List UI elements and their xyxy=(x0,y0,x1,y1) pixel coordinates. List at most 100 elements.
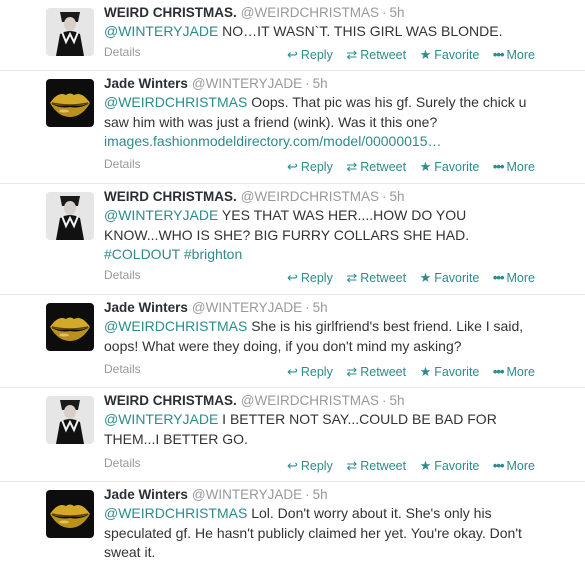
star-icon: ★ xyxy=(419,270,432,285)
reply-arrow-icon: ↩ xyxy=(286,364,298,379)
retweet-arrows-icon: ⇄ xyxy=(346,159,358,174)
fullname[interactable]: WEIRD CHRISTMAS. xyxy=(104,189,237,204)
favorite-button[interactable]: ★ Favorite xyxy=(420,364,480,380)
tweet-item[interactable]: Jade Winters @WINTERYJADE · 5h @WEIRDCHRIST… xyxy=(0,295,585,388)
retweet-arrows-icon: ⇄ xyxy=(346,364,358,379)
timestamp[interactable]: 5h xyxy=(389,5,404,20)
details-link[interactable]: Details xyxy=(104,362,141,376)
tweet-text: @WINTERYJADE YES THAT WAS HER....HOW DO … xyxy=(104,206,544,265)
fullname[interactable]: Jade Winters xyxy=(104,76,188,91)
tweet-text: @WEIRDCHRISTMAS She is his girlfriend's … xyxy=(104,317,544,356)
external-url-link[interactable]: images.fashionmodeldirectory.com/model/0… xyxy=(104,133,441,149)
separator-dot: · xyxy=(381,189,387,204)
tweet-header: Jade Winters @WINTERYJADE · 5h xyxy=(104,487,328,502)
gold-lips-icon xyxy=(46,490,94,538)
retweet-button[interactable]: ⇄ Retweet xyxy=(346,47,406,63)
mention-link[interactable]: @WINTERYJADE xyxy=(104,23,218,39)
tweet-item[interactable]: WEIRD CHRISTMAS. @WEIRDCHRISTMAS · 5h @WINT… xyxy=(0,388,585,482)
reply-button[interactable]: ↩ Reply xyxy=(287,47,333,63)
fullname[interactable]: WEIRD CHRISTMAS. xyxy=(104,5,237,20)
favorite-button[interactable]: ★ Favorite xyxy=(420,159,480,175)
retweet-button[interactable]: ⇄ Retweet xyxy=(346,458,406,474)
reply-button[interactable]: ↩ Reply xyxy=(287,159,333,175)
separator-dot: · xyxy=(305,487,310,502)
mention-link[interactable]: @WINTERYJADE xyxy=(104,411,218,427)
ellipsis-dots-icon: ••• xyxy=(492,364,505,379)
fullname[interactable]: Jade Winters xyxy=(104,300,188,315)
favorite-button[interactable]: ★ Favorite xyxy=(420,458,480,474)
mention-link[interactable]: @WINTERYJADE xyxy=(104,207,218,223)
ellipsis-dots-icon: ••• xyxy=(492,159,505,174)
tweet-item[interactable]: Jade Winters @WINTERYJADE · 5h @WEIRDCHRIST… xyxy=(0,482,585,571)
reply-button[interactable]: ↩ Reply xyxy=(287,458,333,474)
avatar-jade-winters[interactable] xyxy=(46,303,94,351)
timestamp[interactable]: 5h xyxy=(389,189,404,204)
reply-button[interactable]: ↩ Reply xyxy=(287,270,333,286)
username[interactable]: @WEIRDCHRISTMAS xyxy=(241,5,379,20)
mention-link[interactable]: @WEIRDCHRISTMAS xyxy=(104,94,247,110)
tweet-header: Jade Winters @WINTERYJADE · 5h xyxy=(104,76,328,91)
tweet-text: @WEIRDCHRISTMAS Lol. Don't worry about i… xyxy=(104,504,544,563)
tweet-header: WEIRD CHRISTMAS. @WEIRDCHRISTMAS · 5h xyxy=(104,5,405,20)
details-link[interactable]: Details xyxy=(104,456,141,470)
separator-dot: · xyxy=(305,300,310,315)
tweet-actions: ↩ Reply ⇄ Retweet ★ Favorite ••• More xyxy=(277,458,535,474)
username[interactable]: @WINTERYJADE xyxy=(192,76,302,91)
tweet-item[interactable]: Jade Winters @WINTERYJADE · 5h @WEIRDCHRIST… xyxy=(0,71,585,184)
avatar-weird-christmas[interactable] xyxy=(46,8,94,56)
tweet-text: @WEIRDCHRISTMAS Oops. That pic was his g… xyxy=(104,93,544,152)
timestamp[interactable]: 5h xyxy=(313,487,328,502)
favorite-button[interactable]: ★ Favorite xyxy=(420,270,480,286)
mention-link[interactable]: @WEIRDCHRISTMAS xyxy=(104,318,247,334)
mention-link[interactable]: @WEIRDCHRISTMAS xyxy=(104,505,247,521)
username[interactable]: @WINTERYJADE xyxy=(192,300,302,315)
star-icon: ★ xyxy=(419,458,432,473)
separator-dot: · xyxy=(381,5,387,20)
fullname[interactable]: WEIRD CHRISTMAS. xyxy=(104,393,237,408)
details-link[interactable]: Details xyxy=(104,45,141,59)
tweet-item[interactable]: WEIRD CHRISTMAS. @WEIRDCHRISTMAS · 5h @WINT… xyxy=(0,0,585,71)
hashtag-link[interactable]: #COLDOUT xyxy=(104,246,180,262)
gold-lips-icon xyxy=(46,303,94,351)
ellipsis-dots-icon: ••• xyxy=(492,47,505,62)
portrait-photo-icon xyxy=(46,396,94,444)
more-button[interactable]: ••• More xyxy=(493,159,535,174)
avatar-weird-christmas[interactable] xyxy=(46,192,94,240)
tweet-item[interactable]: WEIRD CHRISTMAS. @WEIRDCHRISTMAS · 5h @WINT… xyxy=(0,184,585,295)
tweet-header: WEIRD CHRISTMAS. @WEIRDCHRISTMAS · 5h xyxy=(104,189,405,204)
username[interactable]: @WEIRDCHRISTMAS xyxy=(241,393,379,408)
reply-arrow-icon: ↩ xyxy=(286,47,298,62)
retweet-button[interactable]: ⇄ Retweet xyxy=(346,364,406,380)
reply-button[interactable]: ↩ Reply xyxy=(287,364,333,380)
more-button[interactable]: ••• More xyxy=(493,364,535,379)
favorite-button[interactable]: ★ Favorite xyxy=(420,47,480,63)
more-button[interactable]: ••• More xyxy=(493,47,535,62)
gold-lips-icon xyxy=(46,79,94,127)
avatar-jade-winters[interactable] xyxy=(46,490,94,538)
portrait-photo-icon xyxy=(46,8,94,56)
star-icon: ★ xyxy=(419,364,432,379)
details-link[interactable]: Details xyxy=(104,157,141,171)
more-button[interactable]: ••• More xyxy=(493,270,535,285)
retweet-button[interactable]: ⇄ Retweet xyxy=(346,159,406,175)
avatar-jade-winters[interactable] xyxy=(46,79,94,127)
fullname[interactable]: Jade Winters xyxy=(104,487,188,502)
avatar-weird-christmas[interactable] xyxy=(46,396,94,444)
username[interactable]: @WEIRDCHRISTMAS xyxy=(241,189,379,204)
timestamp[interactable]: 5h xyxy=(313,76,328,91)
tweet-text: @WINTERYJADE NO…IT WASN`T. THIS GIRL WAS… xyxy=(104,22,544,42)
username[interactable]: @WINTERYJADE xyxy=(192,487,302,502)
hashtag-link[interactable]: #brighton xyxy=(184,246,242,262)
retweet-button[interactable]: ⇄ Retweet xyxy=(346,270,406,286)
tweet-body: NO…IT WASN`T. THIS GIRL WAS BLONDE. xyxy=(218,23,503,39)
details-link[interactable]: Details xyxy=(104,268,141,282)
more-button[interactable]: ••• More xyxy=(493,458,535,473)
retweet-arrows-icon: ⇄ xyxy=(346,458,358,473)
separator-dot: · xyxy=(305,76,310,91)
retweet-arrows-icon: ⇄ xyxy=(346,270,358,285)
timestamp[interactable]: 5h xyxy=(313,300,328,315)
tweet-text: @WINTERYJADE I BETTER NOT SAY...COULD BE… xyxy=(104,410,544,449)
ellipsis-dots-icon: ••• xyxy=(492,270,505,285)
timestamp[interactable]: 5h xyxy=(389,393,404,408)
reply-arrow-icon: ↩ xyxy=(286,159,298,174)
